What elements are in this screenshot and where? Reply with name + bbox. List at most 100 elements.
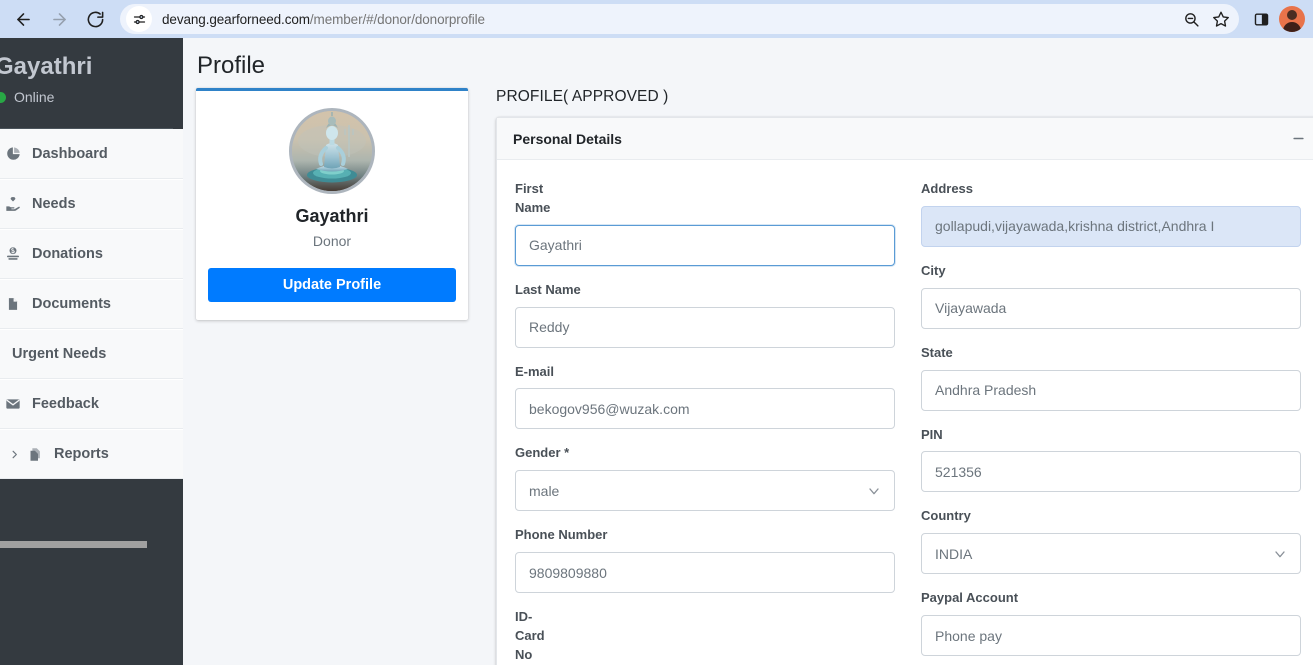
reload-icon[interactable] [80, 4, 110, 34]
state-input[interactable]: Andhra Pradesh [921, 369, 1301, 411]
chrome-right-actions [1247, 5, 1313, 33]
content-area: Profile Gayathri Donor Update Profile PR… [183, 38, 1313, 665]
sidebar-item-label: Donations [32, 246, 103, 262]
envelope-icon [2, 396, 24, 412]
panel-body: First Name Gayathri Last Name Reddy E-ma… [497, 160, 1313, 665]
pin-input[interactable]: 521356 [921, 451, 1301, 493]
sidebar-item-feedback[interactable]: Feedback [0, 379, 183, 429]
field-country: Country INDIA [921, 507, 1301, 575]
sidebar: Gayathri Online Dashboard Needs Donation… [0, 38, 183, 665]
field-label: Country [921, 508, 971, 524]
profile-card-role: Donor [312, 233, 352, 249]
donate-icon [2, 246, 24, 262]
sidebar-status: Online [0, 89, 169, 105]
country-select-value: INDIA [935, 545, 973, 562]
field-pin: PIN 521356 [921, 426, 1301, 493]
app-page: Gayathri Online Dashboard Needs Donation… [0, 38, 1313, 665]
sidebar-item-needs[interactable]: Needs [0, 179, 183, 229]
field-email: E-mail bekogov956@wuzak.com [515, 363, 895, 430]
field-label: Paypal Account [921, 590, 1019, 606]
sidebar-item-label: Feedback [32, 396, 99, 412]
update-profile-button[interactable]: Update Profile [208, 268, 456, 302]
field-label: First Name [515, 181, 551, 215]
form-left-column: First Name Gayathri Last Name Reddy E-ma… [515, 180, 895, 665]
field-paypal-account: Paypal Account Phone pay [921, 589, 1301, 657]
first-name-input[interactable]: Gayathri [515, 224, 895, 266]
page-title: Profile [197, 52, 266, 79]
sidebar-user-block: Gayathri Online [0, 38, 183, 129]
gender-select-value: male [529, 482, 560, 499]
field-label: Phone Number [515, 527, 608, 543]
profile-card-name: Gayathri [295, 206, 369, 226]
browser-toolbar: devang.gearforneed.com/member/#/donor/do… [0, 0, 1313, 38]
field-address: Address gollapudi,vijayawada,krishna dis… [921, 180, 1301, 247]
omnibox-actions [1177, 5, 1239, 33]
zoom-out-icon[interactable] [1177, 5, 1205, 33]
side-panel-icon[interactable] [1247, 5, 1275, 33]
field-label: Last Name [515, 281, 581, 297]
url-text: devang.gearforneed.com/member/#/donor/do… [162, 12, 485, 27]
field-state: State Andhra Pradesh [921, 344, 1301, 411]
sidebar-menu: Dashboard Needs Donations Documents Urge… [0, 129, 183, 479]
sidebar-item-label: Dashboard [32, 145, 108, 162]
star-icon[interactable] [1207, 5, 1235, 33]
sidebar-item-documents[interactable]: Documents [0, 279, 183, 329]
url-path: /member/#/donor/donorprofile [309, 11, 485, 27]
chevron-down-icon [1272, 546, 1288, 562]
field-id-card-no: ID-Card No [515, 608, 895, 665]
chrome-profile-avatar[interactable] [1279, 6, 1305, 32]
pie-chart-icon [2, 146, 24, 161]
address-input[interactable]: gollapudi,vijayawada,krishna district,An… [921, 205, 1301, 247]
site-settings-icon[interactable] [126, 6, 152, 32]
profile-status-label: PROFILE( APPROVED ) [496, 88, 669, 105]
email-input[interactable]: bekogov956@wuzak.com [515, 388, 895, 430]
field-city: City Vijayawada [921, 262, 1301, 329]
field-label: State [921, 344, 953, 360]
field-label: Gender * [515, 445, 570, 461]
url-domain: devang.gearforneed.com [162, 11, 310, 27]
minus-icon[interactable] [1287, 128, 1309, 150]
field-label: Address [921, 181, 974, 196]
form-right-column: Address gollapudi,vijayawada,krishna dis… [921, 180, 1301, 665]
sidebar-item-urgent-needs[interactable]: Urgent Needs [0, 329, 183, 379]
field-label: E-mail [515, 363, 555, 379]
sidebar-horizontal-scrollbar-thumb[interactable] [0, 541, 147, 548]
sidebar-item-dashboard[interactable]: Dashboard [0, 129, 183, 179]
sidebar-item-donations[interactable]: Donations [0, 229, 183, 279]
sidebar-username: Gayathri [0, 53, 93, 80]
avatar [289, 108, 375, 194]
sidebar-item-label: Documents [32, 296, 111, 312]
sidebar-item-label: Needs [32, 196, 76, 212]
sidebar-item-label: Urgent Needs [12, 346, 107, 362]
city-input[interactable]: Vijayawada [921, 287, 1301, 329]
copy-files-icon [24, 447, 46, 462]
sidebar-item-label: Reports [54, 446, 109, 462]
field-gender: Gender * male [515, 444, 895, 512]
forward-arrow-icon[interactable] [44, 4, 74, 34]
field-first-name: First Name Gayathri [515, 180, 895, 266]
field-last-name: Last Name Reddy [515, 281, 895, 348]
country-select[interactable]: INDIA [921, 533, 1301, 575]
gender-select[interactable]: male [515, 470, 895, 512]
field-label: PIN [921, 426, 943, 442]
hand-holding-heart-icon [2, 196, 24, 212]
back-arrow-icon[interactable] [8, 4, 38, 34]
field-label: ID-Card No [515, 609, 545, 662]
profile-card: Gayathri Donor Update Profile [196, 88, 468, 320]
field-phone-number: Phone Number 9809809880 [515, 526, 895, 594]
last-name-input[interactable]: Reddy [515, 306, 895, 348]
form-column: PROFILE( APPROVED ) Personal Details Fir… [496, 88, 1313, 665]
file-icon [2, 297, 24, 311]
panel-title: Personal Details [513, 130, 622, 147]
panel-header: Personal Details [497, 118, 1313, 160]
phone-number-input[interactable]: 9809809880 [515, 552, 895, 594]
sidebar-item-reports[interactable]: Reports [0, 429, 183, 479]
field-label: City [921, 262, 946, 278]
chevron-right-icon[interactable] [6, 449, 22, 460]
address-bar[interactable]: devang.gearforneed.com/member/#/donor/do… [120, 4, 1239, 34]
online-dot-icon [0, 91, 6, 103]
paypal-account-input[interactable]: Phone pay [921, 615, 1301, 657]
chevron-down-icon [866, 483, 882, 499]
personal-details-panel: Personal Details First Name Gayathri Las… [496, 117, 1313, 665]
sidebar-status-label: Online [14, 89, 55, 106]
